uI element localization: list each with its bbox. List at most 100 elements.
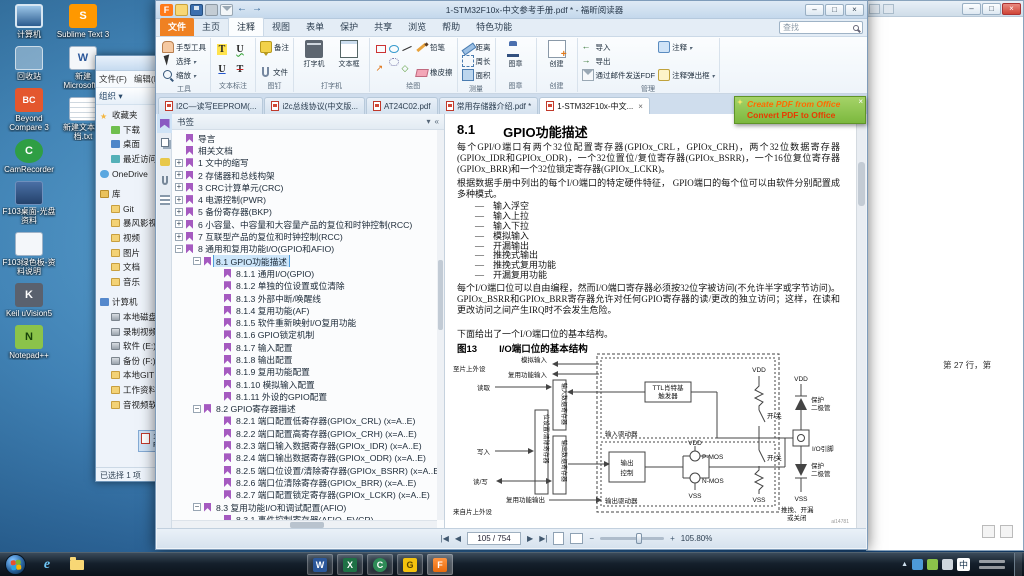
pdf-page[interactable]: 8.1 GPIO功能描述 每个GPI/O端口有两个32位配置寄存器(GPIOx_… — [445, 114, 856, 528]
close-button[interactable]: × — [1002, 3, 1021, 15]
expander-icon[interactable] — [175, 171, 183, 179]
mail-icon[interactable] — [220, 4, 233, 16]
pages-panel-button[interactable] — [157, 133, 172, 152]
save-icon[interactable] — [190, 4, 203, 16]
bookmark-item[interactable]: 5 备份寄存器(BKP) — [172, 206, 444, 218]
strikeout-text-button[interactable] — [233, 62, 247, 76]
bookmark-item[interactable]: 8.2.5 端口位设置/清除寄存器(GPIOx_BSRR) (x=A..E) — [172, 464, 444, 476]
stamp-button[interactable]: 图章 — [500, 39, 532, 80]
first-page-button[interactable]: |◀ — [441, 535, 449, 543]
create-stamp-button[interactable]: 创建 — [541, 39, 573, 80]
desktop-icon[interactable]: F103桌面-光盘资料 — [2, 181, 56, 225]
eraser-button[interactable]: 橡皮擦 — [416, 65, 453, 79]
last-page-button[interactable]: ▶| — [539, 535, 547, 543]
ribbon-tab[interactable]: 帮助 — [434, 18, 468, 36]
ribbon-tab[interactable]: 表单 — [298, 18, 332, 36]
export-comments-button[interactable]: 导出 — [582, 54, 656, 68]
highlight-text-button[interactable] — [215, 42, 229, 56]
taskbar-app-button[interactable] — [307, 554, 333, 575]
hand-tool-button[interactable]: 手型工具 — [162, 40, 206, 54]
desktop-icon[interactable]: Sublime Text 3 — [56, 4, 110, 39]
minimize-button[interactable]: – — [805, 4, 824, 16]
bookmark-item[interactable]: 8.2 GPIO寄存器描述 — [172, 403, 444, 415]
ribbon-tab[interactable]: 特色功能 — [468, 18, 520, 36]
expander-icon[interactable] — [193, 257, 201, 265]
bookmark-item[interactable]: 8.1.6 GPIO锁定机制 — [172, 329, 444, 341]
print-icon[interactable] — [205, 4, 218, 16]
desktop-icon[interactable]: 回收站 — [2, 46, 56, 81]
maximize-button[interactable]: □ — [825, 4, 844, 16]
ribbon-tab[interactable]: 共享 — [366, 18, 400, 36]
bookmark-item[interactable]: 8.1.8 输出配置 — [172, 353, 444, 365]
foxit-logo-icon[interactable] — [160, 4, 173, 16]
background-window-titlebar[interactable]: – □ × — [867, 1, 1023, 17]
bookmark-item[interactable]: 3 CRC计算单元(CRC) — [172, 181, 444, 193]
bookmark-item[interactable]: 8.1.11 外设的GPIO配置 — [172, 390, 444, 402]
bookmark-item[interactable]: 2 存储器和总线构架 — [172, 169, 444, 181]
bookmark-item[interactable]: 8.1.1 通用I/O(GPIO) — [172, 267, 444, 279]
taskbar-app-button[interactable] — [397, 554, 423, 575]
attachments-panel-button[interactable] — [157, 171, 172, 190]
perimeter-button[interactable]: 周长 — [462, 54, 491, 68]
promo-banner[interactable]: Create PDF from Office Convert PDF to Of… — [734, 96, 866, 124]
pdf-vertical-scrollbar[interactable]: ▲ — [856, 114, 866, 528]
arrow-shape-icon[interactable] — [376, 58, 386, 66]
tray-icon[interactable] — [942, 559, 953, 570]
document-tab[interactable]: i2c总线协议(中文版... — [264, 97, 365, 114]
bookmark-item[interactable]: 8.1.3 外部中断/唤醒线 — [172, 292, 444, 304]
document-tab[interactable]: I2C—读写EEPROM(... — [158, 97, 263, 114]
zoom-slider-thumb[interactable] — [636, 533, 642, 544]
taskbar-app-button[interactable] — [64, 554, 90, 575]
bookmark-item[interactable]: 8.2.1 端口配置低寄存器(GPIOx_CRL) (x=A..E) — [172, 415, 444, 427]
bookmark-item[interactable]: 4 电源控制(PWR) — [172, 193, 444, 205]
bookmark-item[interactable]: 8.1.5 软件重新映射I/O复用功能 — [172, 316, 444, 328]
fit-page-button[interactable] — [553, 532, 564, 545]
taskbar-app-button[interactable] — [34, 554, 60, 575]
expander-icon[interactable] — [193, 405, 201, 413]
bookmark-item[interactable]: 8.2.2 端口配置高寄存器(GPIOx_CRH) (x=A..E) — [172, 427, 444, 439]
collapse-panel-icon[interactable]: « — [435, 117, 439, 126]
bookmark-item[interactable]: 8.1 GPIO功能描述 — [172, 255, 444, 267]
bookmark-item[interactable]: 6 小容量、中容量和大容量产品的复位和时钟控制(RCC) — [172, 218, 444, 230]
desktop-icon[interactable]: F103绿色板-资料说明 — [2, 232, 56, 276]
document-tab[interactable]: AT24C02.pdf — [366, 97, 438, 114]
area-button[interactable]: 面积 — [462, 68, 491, 82]
redo-icon[interactable] — [250, 4, 263, 16]
search-icon[interactable] — [853, 25, 859, 31]
bookmark-item[interactable]: 8.1.9 复用功能配置 — [172, 366, 444, 378]
oval-shape-icon[interactable] — [389, 45, 399, 53]
ribbon-tab[interactable]: 视图 — [264, 18, 298, 36]
bookmarks-vertical-scrollbar[interactable] — [437, 130, 444, 520]
bookmark-item[interactable]: 相关文档 — [172, 144, 444, 156]
toolbar-icon[interactable] — [869, 4, 880, 14]
polygon-shape-icon[interactable] — [402, 58, 412, 66]
taskbar-app-button[interactable] — [427, 554, 453, 575]
desktop-icon[interactable]: 计算机 — [2, 4, 56, 39]
typewriter-button[interactable]: 打字机 — [298, 39, 330, 80]
comment-popup-button[interactable]: 注释弹出框 — [658, 68, 715, 82]
pencil-button[interactable]: 铅笔 — [416, 40, 453, 54]
bookmark-item[interactable]: 8.1.10 模拟输入配置 — [172, 378, 444, 390]
bookmark-item[interactable]: 导言 — [172, 132, 444, 144]
ribbon-tab[interactable]: 文件 — [160, 18, 194, 36]
bookmarks-panel-button[interactable] — [157, 114, 172, 133]
scrollbar-thumb[interactable] — [858, 162, 865, 206]
show-desktop-button[interactable] — [1014, 553, 1022, 576]
panel-options-icon[interactable]: ▾ — [427, 117, 431, 126]
import-comments-button[interactable]: 导入 — [582, 40, 656, 54]
bookmark-item[interactable]: 8.1.2 单独的位设置或位清除 — [172, 280, 444, 292]
find-input[interactable]: 查找 — [779, 21, 863, 34]
squiggly-underline-button[interactable] — [233, 42, 247, 56]
tab-close-icon[interactable] — [638, 102, 643, 111]
desktop-icon[interactable]: Notepad++ — [2, 325, 56, 360]
minimize-button[interactable]: – — [962, 3, 981, 15]
start-button[interactable] — [5, 554, 26, 575]
expander-icon[interactable] — [175, 233, 183, 241]
zoom-icon[interactable] — [1000, 525, 1013, 538]
rectangle-shape-icon[interactable] — [376, 45, 386, 53]
expander-icon[interactable] — [175, 196, 183, 204]
textbox-button[interactable]: 文本框 — [333, 39, 365, 80]
desktop-icon[interactable]: Beyond Compare 3 — [2, 88, 56, 132]
ribbon-tab[interactable]: 浏览 — [400, 18, 434, 36]
expander-icon[interactable] — [175, 208, 183, 216]
